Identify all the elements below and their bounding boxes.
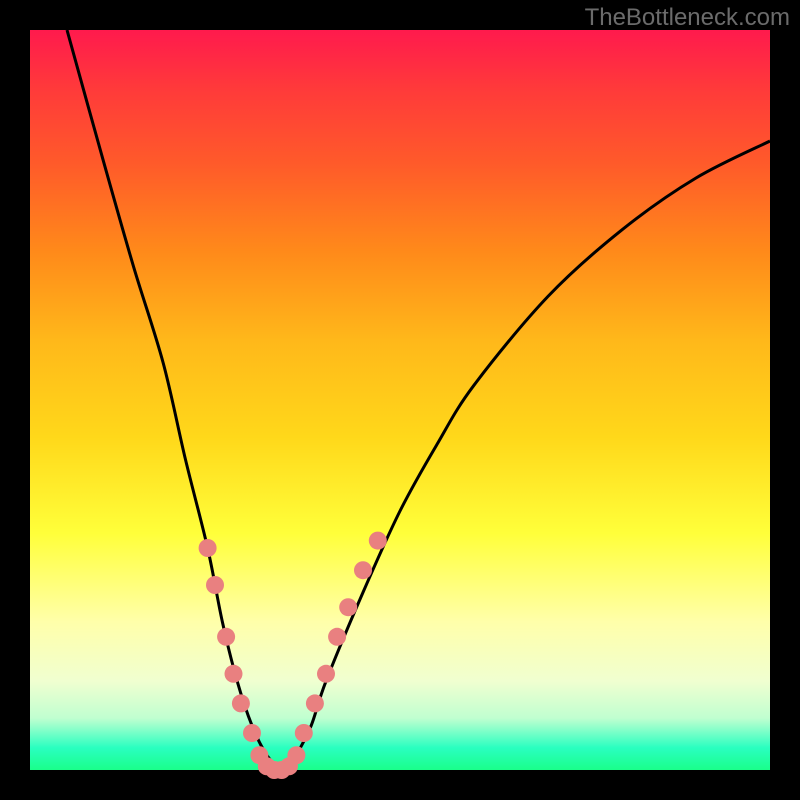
curve-group xyxy=(67,30,770,772)
points-group xyxy=(199,532,387,779)
highlight-point xyxy=(199,539,217,557)
highlight-point xyxy=(295,724,313,742)
bottleneck-curve-svg xyxy=(30,30,770,770)
highlight-point xyxy=(369,532,387,550)
highlight-point xyxy=(328,628,346,646)
bottleneck-curve-path xyxy=(67,30,770,772)
chart-plot-area xyxy=(30,30,770,770)
highlight-point xyxy=(206,576,224,594)
highlight-point xyxy=(243,724,261,742)
highlight-point xyxy=(339,598,357,616)
highlight-point xyxy=(354,561,372,579)
highlight-point xyxy=(287,746,305,764)
highlight-point xyxy=(306,694,324,712)
watermark-text: TheBottleneck.com xyxy=(585,4,790,32)
highlight-point xyxy=(217,628,235,646)
highlight-point xyxy=(232,694,250,712)
highlight-point xyxy=(225,665,243,683)
highlight-point xyxy=(317,665,335,683)
